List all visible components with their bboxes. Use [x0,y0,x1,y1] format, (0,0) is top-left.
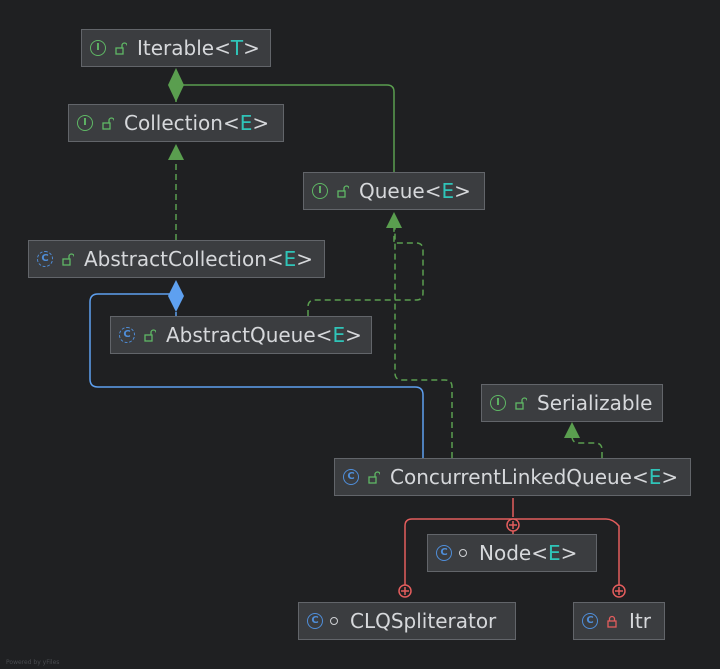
abstract-class-icon: C [119,327,135,343]
node-abstract-collection[interactable]: C AbstractCollection < E > [28,240,325,278]
class-name: Iterable [137,36,215,60]
edge-clq-serializable [564,422,603,458]
node-queue[interactable]: I Queue < E > [303,172,485,210]
node-iterable[interactable]: I Iterable < T > [81,29,271,67]
public-unlock-icon [113,41,127,55]
type-param: E [441,179,455,203]
public-unlock-icon [366,470,380,484]
type-param: T [230,36,244,60]
interface-icon: I [77,115,93,131]
type-open: < [531,541,548,565]
class-name: Serializable [537,391,653,415]
type-close: > [661,465,679,489]
edge-abstractqueue-queue [307,212,424,316]
public-unlock-icon [335,184,349,198]
public-unlock-icon [60,252,74,266]
class-name: AbstractCollection [84,247,267,271]
class-name: AbstractQueue [166,323,316,347]
interface-icon: I [90,40,106,56]
type-close: > [243,36,260,60]
node-itr[interactable]: C Itr [573,602,665,640]
type-param: E [648,465,662,489]
node-serializable[interactable]: I Serializable [481,384,663,422]
type-close: > [560,541,578,565]
type-open: < [631,465,649,489]
node-abstract-queue[interactable]: C AbstractQueue < E > [110,316,372,354]
class-icon: C [343,469,359,485]
node-collection[interactable]: I Collection < E > [68,104,284,142]
interface-icon: I [490,395,506,411]
package-private-icon [459,549,467,557]
node-concurrent-linked-queue[interactable]: C ConcurrentLinkedQueue < E > [334,458,691,496]
type-open: < [315,323,333,347]
type-open: < [424,179,442,203]
type-close: > [296,247,314,271]
class-name: Queue [359,179,425,203]
edge-abstractqueue-abstractcollection [168,280,184,316]
class-name: Collection [124,111,223,135]
class-icon: C [582,613,598,629]
static-class-icon: C [436,545,452,561]
node-clq-spliterator[interactable]: C CLQSpliterator [298,602,516,640]
edge-abstractcollection-collection [168,144,184,240]
type-close: > [454,179,471,203]
public-unlock-icon [142,328,156,342]
type-open: < [214,36,231,60]
package-private-icon [330,617,338,625]
public-unlock-icon [513,396,527,410]
type-open: < [266,247,284,271]
type-close: > [345,323,362,347]
class-name: Itr [629,609,651,633]
class-name: ConcurrentLinkedQueue [390,465,632,489]
type-param: E [332,323,346,347]
abstract-class-icon: C [37,251,53,267]
type-param: E [239,111,253,135]
class-name: CLQSpliterator [350,609,497,633]
type-param: E [283,247,297,271]
type-open: < [222,111,240,135]
class-name: Node [479,541,532,565]
type-param: E [547,541,561,565]
static-class-icon: C [307,613,323,629]
footer-credit: Powered by yFiles [6,659,60,666]
public-unlock-icon [100,116,114,130]
interface-icon: I [312,183,328,199]
private-lock-icon [605,614,619,628]
node-node[interactable]: C Node < E > [427,534,597,572]
type-close: > [252,111,270,135]
